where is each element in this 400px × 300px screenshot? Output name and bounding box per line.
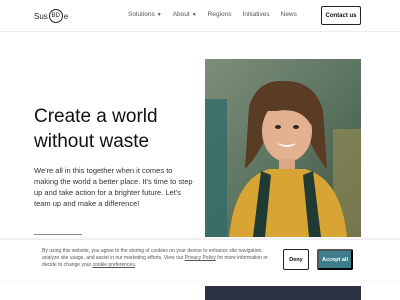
- nav-item-regions[interactable]: Regions: [208, 11, 232, 18]
- site-header: Sus BD e Solutions ▼ About ▼ Regions Ini…: [0, 0, 400, 32]
- logo[interactable]: Sus BD e: [34, 9, 68, 23]
- deny-button[interactable]: Deny: [283, 249, 309, 270]
- logo-text-left: Sus: [34, 11, 48, 21]
- secondary-image: [205, 286, 361, 300]
- hero-body: We're all in this together when it comes…: [34, 166, 193, 208]
- hero-title-line2: without waste: [34, 131, 150, 152]
- logo-ring: BD: [48, 9, 63, 23]
- nav-item-solutions[interactable]: Solutions ▼: [128, 11, 162, 18]
- nav-item-initiatives[interactable]: Initiatives: [243, 11, 270, 18]
- hero-photo: [205, 59, 361, 237]
- cookie-text-part3: .: [134, 262, 137, 268]
- chevron-down-icon: ▼: [156, 11, 162, 18]
- chevron-down-icon: ▼: [191, 11, 197, 18]
- nav-label: News: [280, 11, 297, 18]
- cookie-banner: By using this website, you agree to the …: [0, 240, 400, 280]
- contact-us-button[interactable]: Contact us: [321, 6, 361, 25]
- accept-all-button[interactable]: Accept all: [317, 249, 353, 270]
- cookie-text: By using this website, you agree to the …: [42, 248, 274, 269]
- cookie-preferences-link[interactable]: cookie preferences: [93, 262, 135, 268]
- nav-label: Regions: [207, 11, 232, 18]
- smiling-woman-image: [205, 59, 361, 237]
- nav-item-news[interactable]: News: [281, 11, 297, 18]
- hero-title-line1: Create a world: [34, 106, 158, 127]
- nav-label: Solutions: [128, 11, 155, 18]
- logo-text-right: e: [63, 11, 69, 21]
- hero-title: Create a world without waste: [34, 104, 194, 154]
- nav-item-about[interactable]: About ▼: [173, 11, 197, 18]
- divider: [34, 234, 82, 235]
- nav-label: About: [172, 11, 190, 18]
- nav-label: Initiatives: [242, 11, 270, 18]
- main-nav: Solutions ▼ About ▼ Regions Initiatives …: [128, 11, 308, 18]
- privacy-policy-link[interactable]: Privacy Policy: [185, 255, 216, 261]
